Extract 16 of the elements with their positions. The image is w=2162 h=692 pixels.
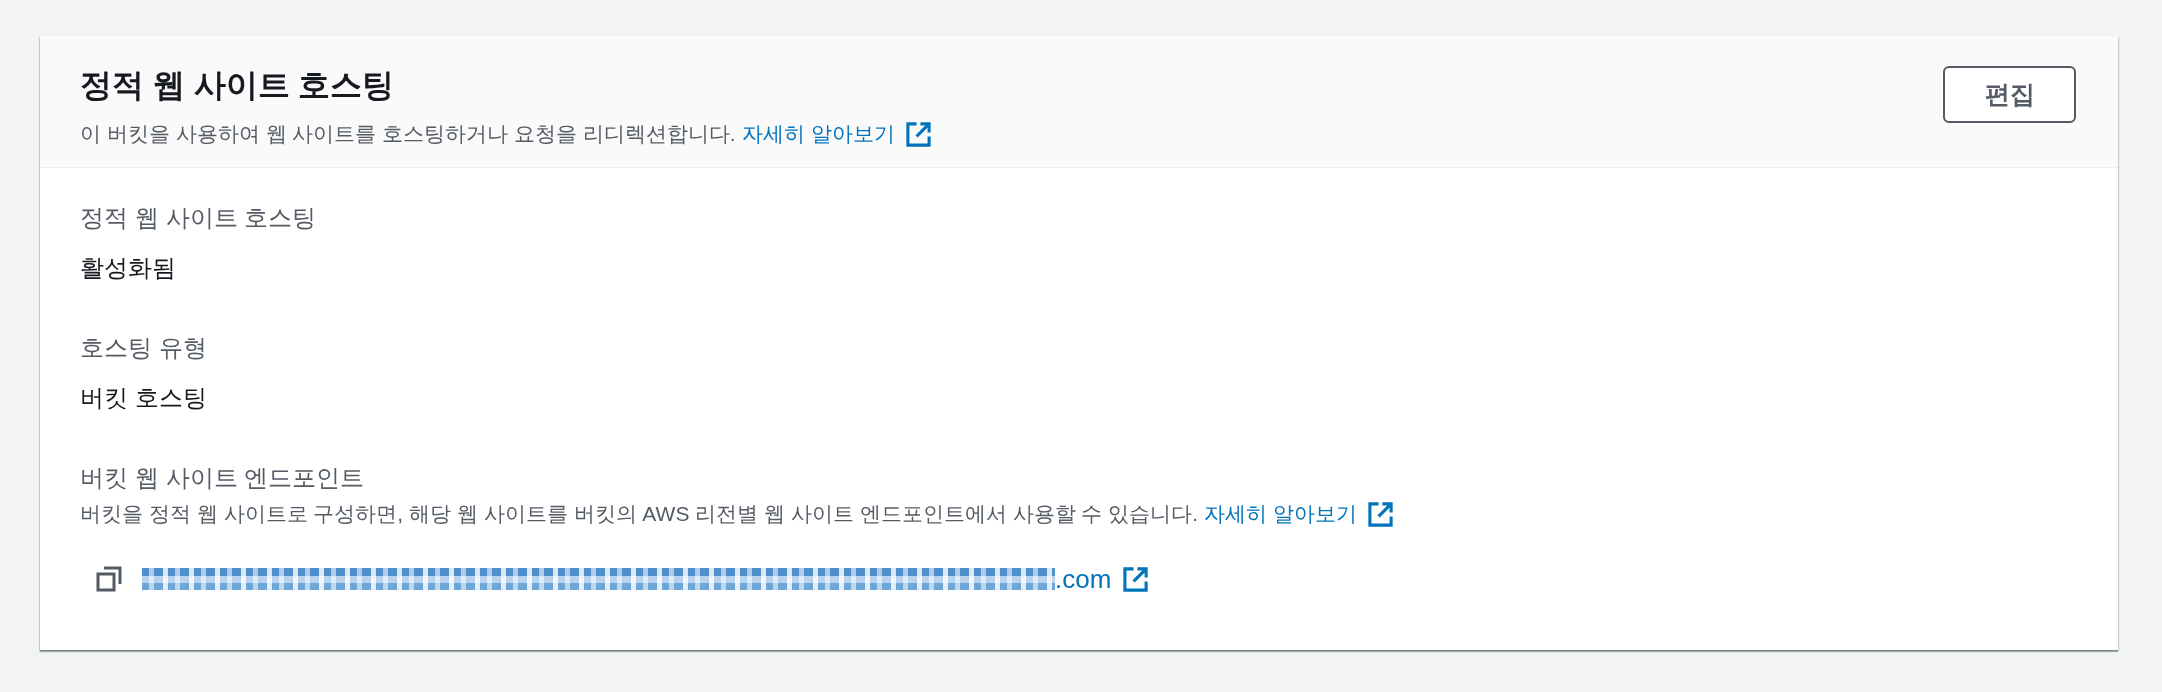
field-label: 정적 웹 사이트 호스팅 xyxy=(80,203,317,233)
field-label: 버킷 웹 사이트 엔드포인트 xyxy=(80,463,365,493)
field-value: 활성화됨 xyxy=(80,253,176,283)
learn-more-link[interactable]: 자세히 알아보기 xyxy=(1204,499,1394,529)
external-link-icon[interactable] xyxy=(1122,565,1150,593)
field-value: 버킷 호스팅 xyxy=(80,383,207,413)
copy-icon[interactable] xyxy=(96,566,122,592)
field-label: 호스팅 유형 xyxy=(80,333,207,363)
panel-title: 정적 웹 사이트 호스팅 xyxy=(80,66,396,105)
external-link-icon xyxy=(1366,500,1394,528)
learn-more-link[interactable]: 자세히 알아보기 xyxy=(741,119,932,149)
endpoint-url-link[interactable]: .com xyxy=(1055,561,1112,597)
endpoint-description: 버킷을 정적 웹 사이트로 구성하면, 해당 웹 사이트를 버킷의 AWS 리전별 웹 사이트 엔드포인트에서 사용할 수 있습니다. 자세히 알아보기 xyxy=(80,499,2078,529)
edit-button[interactable]: 편집 xyxy=(1943,66,2076,123)
panel-description: 이 버킷을 사용하여 웹 사이트를 호스팅하거나 요청을 리디렉션합니다. 자세히 알아보기 xyxy=(80,119,932,149)
external-link-icon xyxy=(904,120,932,148)
